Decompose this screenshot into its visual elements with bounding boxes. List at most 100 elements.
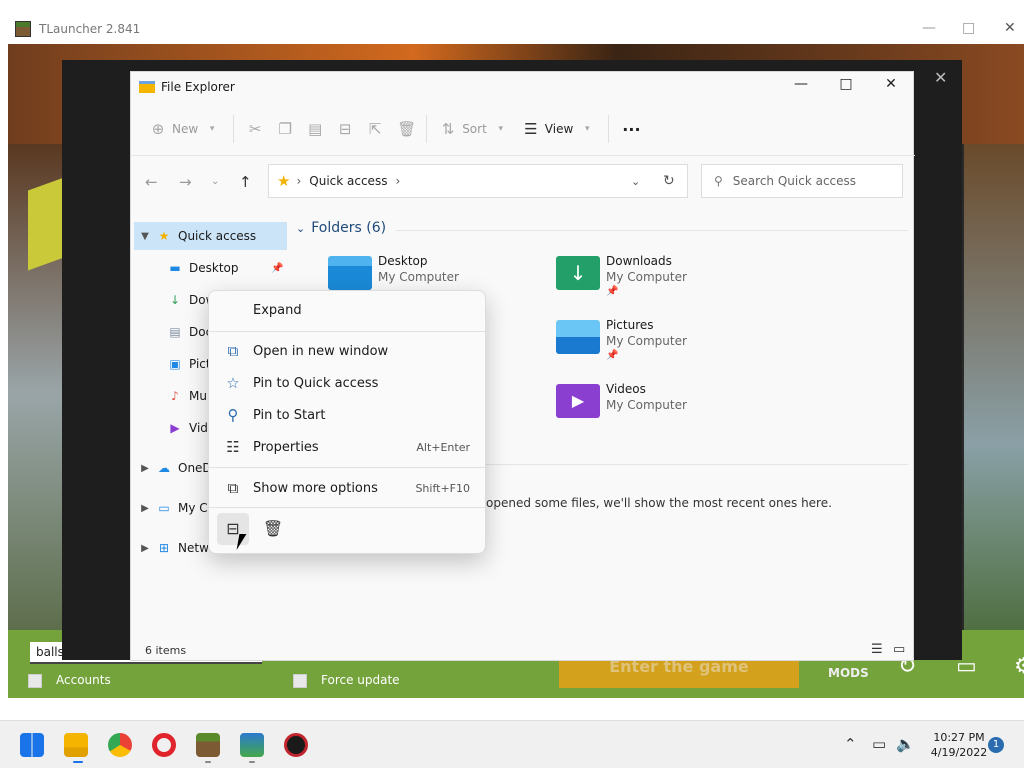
chevron-right-icon[interactable]: ▶ xyxy=(138,543,152,554)
forward-arrow-icon[interactable]: → xyxy=(179,173,192,191)
running-indicator xyxy=(205,761,211,763)
delete-icon[interactable]: 🗑 xyxy=(257,513,289,545)
star-icon: ★ xyxy=(158,229,170,243)
videos-folder-icon: ▶ xyxy=(556,384,600,418)
view-label: View xyxy=(544,122,574,136)
opera-icon[interactable] xyxy=(152,733,176,757)
network-status-icon[interactable]: ▭ xyxy=(872,735,886,753)
menu-item-expand[interactable]: Expand xyxy=(213,295,483,325)
folder-name: Desktop xyxy=(378,254,428,268)
paste-button[interactable]: ▤ xyxy=(300,114,330,144)
new-button[interactable]: ⊕ New ▾ xyxy=(143,114,227,144)
folder-location: My Computer xyxy=(606,334,687,348)
copy-button[interactable]: ❐ xyxy=(270,114,300,144)
app-icon[interactable] xyxy=(284,733,308,757)
more-options-button[interactable]: ··· xyxy=(615,114,647,144)
downloads-icon: ↓ xyxy=(169,293,181,307)
start-icon[interactable] xyxy=(20,733,44,757)
folder-tile-downloads[interactable]: ↓ Downloads My Computer 📌 xyxy=(556,252,756,308)
tlauncher-titlebar: TLauncher 2.841 — □ ✕ xyxy=(8,14,1024,44)
menu-label: Properties xyxy=(253,439,319,455)
folder-tile-videos[interactable]: ▶ Videos My Computer xyxy=(556,380,756,436)
share-button[interactable]: ⇱ xyxy=(360,114,390,144)
accounts-label: Accounts xyxy=(56,673,111,687)
menu-label: Pin to Quick access xyxy=(253,375,379,391)
recent-locations-chevron-icon[interactable]: ⌄ xyxy=(211,176,219,187)
address-dropdown-icon[interactable]: ⌄ xyxy=(631,175,640,188)
recent-files-message: opened some files, we'll show the most r… xyxy=(486,496,832,510)
nav-item-desktop[interactable]: ▬ Desktop 📌 xyxy=(163,254,287,282)
menu-item-pin-start[interactable]: ⚲ Pin to Start xyxy=(213,400,483,430)
tlauncher-minimize-icon[interactable]: — xyxy=(922,20,936,36)
nav-item-onedrive[interactable]: ▶ ☁ OneD xyxy=(138,454,212,482)
nav-item-music[interactable]: ♪ Mu xyxy=(163,382,207,410)
shortcut-label: Alt+Enter xyxy=(416,440,470,454)
back-arrow-icon[interactable]: ← xyxy=(145,173,158,191)
nav-label: Netw xyxy=(178,541,209,555)
menu-label: Open in new window xyxy=(253,343,389,359)
cloud-icon: ☁ xyxy=(158,461,170,475)
chevron-up-icon[interactable]: ⌃ xyxy=(844,735,857,753)
tlauncher-close-icon[interactable]: ✕ xyxy=(1004,20,1016,36)
tlauncher-icon[interactable] xyxy=(240,733,264,757)
menu-item-open-new-window[interactable]: ⧉ Open in new window xyxy=(213,336,483,366)
menu-label: Expand xyxy=(253,302,302,318)
address-text: Quick access xyxy=(309,174,388,188)
desktop: TLauncher 2.841 — □ ✕ balls Accounts For… xyxy=(0,0,1024,768)
menu-item-properties[interactable]: ☷ Properties Alt+Enter xyxy=(213,432,483,462)
chevron-down-icon[interactable]: ▼ xyxy=(138,231,152,242)
folder-tile-pictures[interactable]: Pictures My Computer 📌 xyxy=(556,316,756,372)
tiles-view-icon[interactable]: ▭ xyxy=(893,642,905,657)
pin-icon: ⚲ xyxy=(227,406,239,424)
maximize-icon[interactable]: □ xyxy=(831,76,861,92)
active-indicator xyxy=(73,761,83,763)
plus-icon: ⊕ xyxy=(151,120,165,138)
overlay-close-icon[interactable]: ✕ xyxy=(934,68,947,87)
force-update-checkbox[interactable] xyxy=(293,674,307,688)
folders-section-header[interactable]: ⌄ Folders (6) xyxy=(296,220,386,236)
chevron-down-icon: ▾ xyxy=(498,124,504,134)
settings-gear-icon[interactable]: ⚙ xyxy=(1014,654,1024,679)
mods-logo[interactable]: MODS xyxy=(828,666,869,680)
tlauncher-maximize-icon[interactable]: □ xyxy=(962,20,975,36)
context-menu: Expand ⧉ Open in new window ☆ Pin to Qui… xyxy=(208,290,486,554)
nav-item-network[interactable]: ▶ ⊞ Netw xyxy=(138,534,209,562)
file-explorer-icon[interactable] xyxy=(64,733,88,757)
clock[interactable]: 10:27 PM 4/19/2022 xyxy=(924,730,994,760)
minimize-icon[interactable]: — xyxy=(786,76,816,92)
clock-date: 4/19/2022 xyxy=(930,746,988,759)
volume-icon[interactable]: 🔈 xyxy=(896,735,915,753)
nav-item-quick-access[interactable]: ▼ ★ Quick access xyxy=(134,222,287,250)
details-view-icon[interactable]: ☰ xyxy=(871,642,883,657)
rename-button[interactable]: ⊟ xyxy=(330,114,360,144)
nav-item-pictures[interactable]: ▣ Pict xyxy=(163,350,210,378)
notification-badge[interactable]: 1 xyxy=(988,737,1004,753)
chrome-icon[interactable] xyxy=(108,733,132,757)
search-input[interactable]: ⚲ Search Quick access xyxy=(701,164,903,198)
view-button[interactable]: ☰ View ▾ xyxy=(516,114,602,144)
up-arrow-icon[interactable]: ↑ xyxy=(239,173,252,191)
menu-item-pin-quick-access[interactable]: ☆ Pin to Quick access xyxy=(213,368,483,398)
nav-label: Desktop xyxy=(189,261,239,275)
close-icon[interactable]: ✕ xyxy=(876,76,906,92)
explorer-title: File Explorer xyxy=(161,80,235,94)
delete-button[interactable]: 🗑 xyxy=(390,114,420,144)
chevron-right-icon[interactable]: ▶ xyxy=(138,463,152,474)
computer-icon: ▭ xyxy=(158,501,170,515)
sort-button[interactable]: ⇅ Sort ▾ xyxy=(433,114,516,144)
nav-item-my-computer[interactable]: ▶ ▭ My C xyxy=(138,494,208,522)
folder-location: My Computer xyxy=(378,270,459,284)
menu-item-show-more-options[interactable]: ⧉ Show more options Shift+F10 xyxy=(213,473,483,503)
nav-item-documents[interactable]: ▤ Doc xyxy=(163,318,212,346)
sort-label: Sort xyxy=(462,122,487,136)
share-icon: ⇱ xyxy=(368,120,382,138)
address-bar[interactable]: ★ › Quick access › ⌄ ↻ xyxy=(268,164,688,198)
chevron-right-icon[interactable]: ▶ xyxy=(138,503,152,514)
chevron-down-icon: ▾ xyxy=(209,124,215,134)
view-icon: ☰ xyxy=(524,120,538,138)
refresh-icon[interactable]: ↻ xyxy=(663,173,675,189)
minecraft-icon[interactable] xyxy=(196,733,220,757)
nav-label: My C xyxy=(178,501,208,515)
cut-button[interactable]: ✂ xyxy=(240,114,270,144)
accounts-checkbox[interactable] xyxy=(28,674,42,688)
